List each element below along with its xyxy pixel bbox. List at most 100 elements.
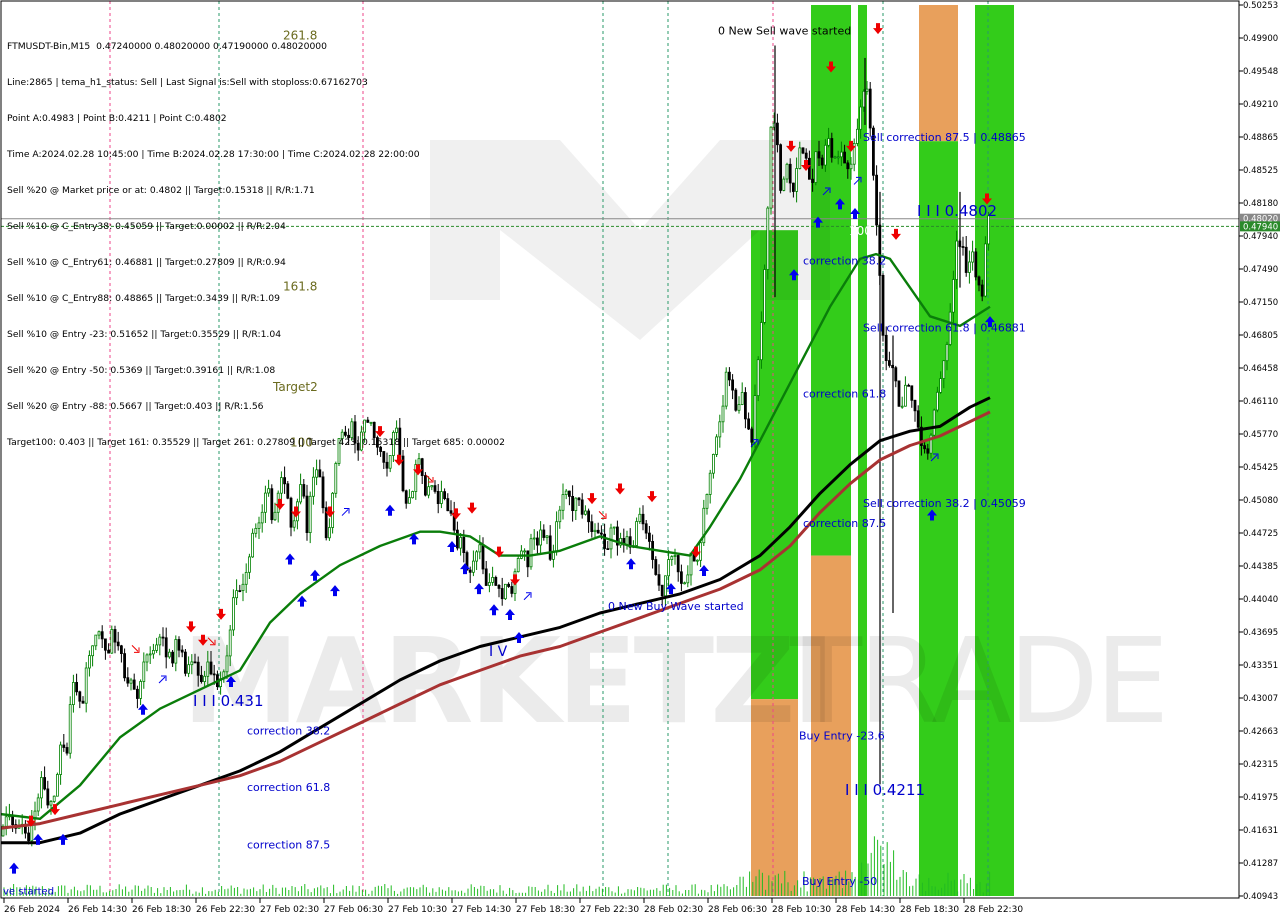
candle-body bbox=[584, 510, 587, 515]
candle-body bbox=[292, 520, 296, 528]
candle-body bbox=[977, 276, 981, 286]
candle-body bbox=[696, 559, 699, 562]
info-line-symbol: FTMUSDT-Bin,M15 0.47240000 0.48020000 0.… bbox=[7, 41, 327, 52]
candle-body bbox=[88, 655, 91, 669]
candle-body bbox=[446, 498, 450, 512]
chart-annotation-label: Sell correction 38.2 | 0.45059 bbox=[863, 497, 1026, 510]
bid-price-tag: 0.47940 bbox=[1243, 222, 1278, 232]
x-tick-label: 26 Feb 22:30 bbox=[196, 905, 255, 915]
candle-body bbox=[964, 246, 968, 273]
candle-body bbox=[481, 544, 485, 570]
x-tick-label: 26 Feb 18:30 bbox=[132, 905, 191, 915]
candle-body bbox=[536, 537, 539, 546]
candle-body bbox=[241, 583, 245, 591]
candle-body bbox=[244, 572, 248, 585]
candle-body bbox=[561, 494, 565, 511]
candle-body bbox=[612, 526, 616, 529]
y-tick-label: 0.48865 bbox=[1243, 133, 1278, 143]
candle-body bbox=[238, 590, 242, 592]
candle-body bbox=[471, 560, 475, 573]
candle-body bbox=[516, 558, 520, 573]
candle-body bbox=[56, 774, 59, 797]
candle-body bbox=[104, 638, 107, 651]
candle-body bbox=[120, 645, 123, 654]
candle-body bbox=[231, 597, 235, 631]
candle-body bbox=[302, 484, 306, 497]
candle-body bbox=[78, 691, 82, 702]
candle-body bbox=[824, 144, 827, 166]
candle-body bbox=[334, 463, 338, 494]
candle-body bbox=[712, 453, 715, 474]
x-tick-label: 26 Feb 14:30 bbox=[68, 905, 127, 915]
candle-body bbox=[462, 537, 466, 554]
candle-body bbox=[984, 243, 987, 297]
candle-body bbox=[289, 497, 293, 528]
chart-annotation-label: I I I 0.431 bbox=[193, 692, 264, 710]
candle-body bbox=[187, 664, 191, 674]
candle-body bbox=[587, 510, 590, 523]
candle-body bbox=[142, 661, 146, 682]
candle-body bbox=[936, 391, 939, 411]
candle-body bbox=[110, 629, 114, 654]
y-tick-label: 0.45080 bbox=[1243, 496, 1278, 506]
candle-body bbox=[708, 472, 712, 495]
candle-body bbox=[606, 548, 610, 550]
info-panel: FTMUSDT-Bin,M15 0.47240000 0.48020000 0.… bbox=[7, 17, 505, 461]
candle-body bbox=[247, 556, 251, 573]
candle-body bbox=[776, 122, 779, 146]
chart-annotation-label: ve started bbox=[3, 886, 54, 897]
candle-body bbox=[750, 428, 754, 443]
candle-body bbox=[728, 371, 731, 381]
candle-body bbox=[423, 475, 427, 496]
candle-body bbox=[385, 461, 389, 469]
candle-body bbox=[94, 634, 98, 647]
x-tick-label: 28 Feb 22:30 bbox=[964, 905, 1023, 915]
candle-body bbox=[923, 445, 926, 450]
info-line-entry-38: Sell %10 @ C_Entry38: 0.45059 || Target:… bbox=[7, 221, 286, 232]
candle-body bbox=[888, 360, 891, 366]
candle-body bbox=[868, 88, 872, 129]
candle-body bbox=[564, 490, 568, 496]
candle-body bbox=[327, 527, 331, 539]
candle-body bbox=[836, 156, 840, 159]
candle-body bbox=[177, 639, 181, 651]
y-tick-label: 0.43007 bbox=[1243, 694, 1278, 704]
candle-body bbox=[638, 513, 642, 522]
candle-body bbox=[856, 128, 859, 144]
candle-body bbox=[196, 661, 200, 676]
candle-body bbox=[503, 583, 507, 600]
candle-body bbox=[804, 152, 808, 159]
candle-body bbox=[600, 532, 603, 535]
candle-body bbox=[193, 661, 197, 664]
candle-body bbox=[641, 513, 645, 525]
candle-body bbox=[145, 654, 149, 663]
candle-body bbox=[680, 571, 683, 584]
candle-body bbox=[180, 649, 184, 653]
candle-body bbox=[315, 469, 319, 478]
candle-body bbox=[683, 582, 686, 585]
candle-body bbox=[830, 138, 834, 158]
candle-body bbox=[404, 490, 408, 504]
candle-body bbox=[952, 279, 955, 313]
candle-body bbox=[673, 555, 677, 557]
info-line-points: Point A:0.4983 | Point B:0.4211 | Point … bbox=[7, 113, 227, 124]
y-tick-label: 0.46458 bbox=[1243, 364, 1278, 374]
candle-body bbox=[718, 421, 722, 438]
candle-body bbox=[126, 677, 130, 684]
candle-body bbox=[532, 537, 536, 540]
candle-body bbox=[548, 535, 552, 560]
candle-body bbox=[113, 629, 117, 643]
candle-body bbox=[568, 490, 571, 497]
candle-body bbox=[491, 577, 495, 583]
candle-body bbox=[817, 151, 821, 159]
candle-body bbox=[433, 485, 437, 492]
candle-body bbox=[155, 644, 159, 651]
candle-body bbox=[151, 650, 155, 655]
info-line-entry-88b: Sell %20 @ Entry -88: 0.5667 || Target:0… bbox=[7, 401, 264, 412]
candle-body bbox=[747, 418, 750, 430]
info-line-entry-61: Sell %10 @ C_Entry61: 0.46881 || Target:… bbox=[7, 257, 286, 268]
x-tick-label: 28 Feb 14:30 bbox=[836, 905, 895, 915]
candle-body bbox=[311, 476, 315, 497]
candle-body bbox=[635, 521, 638, 546]
candle-body bbox=[648, 532, 651, 542]
